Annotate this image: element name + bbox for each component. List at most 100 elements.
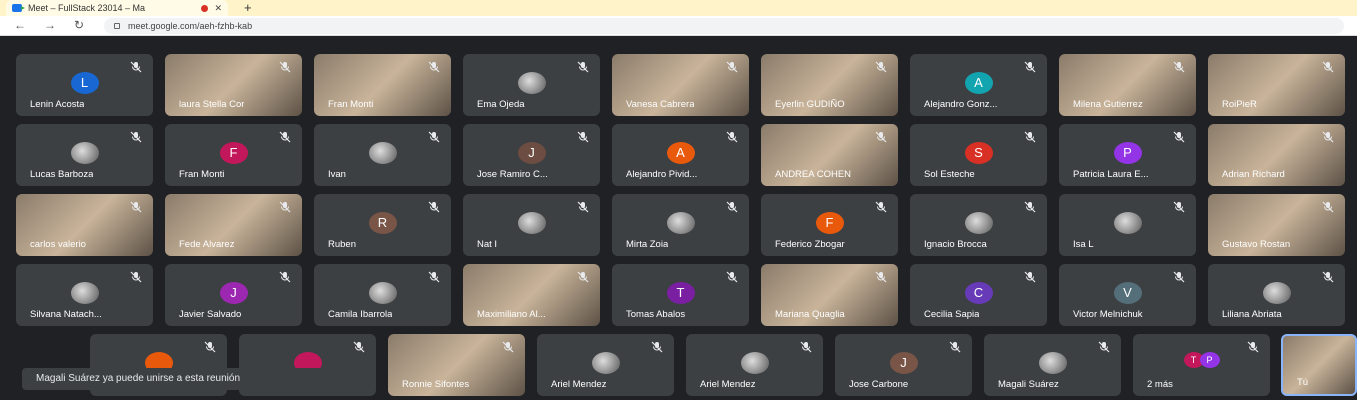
browser-tab[interactable]: Meet – FullStack 23014 – Ma ✕	[6, 0, 228, 16]
participant-name: 2 más	[1147, 379, 1173, 390]
mic-muted-icon	[129, 130, 143, 144]
participant-tile[interactable]: J Jose Carbone	[835, 334, 972, 396]
avatar: L	[70, 72, 99, 94]
participant-name: RoiPieR	[1222, 99, 1257, 110]
avatar: P	[1113, 142, 1142, 164]
participant-tile[interactable]: S Sol Esteche	[910, 124, 1047, 186]
participant-tile[interactable]: V Victor Melnichuk	[1059, 264, 1196, 326]
participant-name: Ariel Mendez	[551, 379, 607, 390]
mic-muted-icon	[1023, 130, 1037, 144]
avatar	[1038, 352, 1067, 374]
participant-tile[interactable]: TP 2 más	[1133, 334, 1270, 396]
avatar	[1262, 282, 1291, 304]
participant-tile[interactable]: Silvana Natach...	[16, 264, 153, 326]
mic-muted-icon	[427, 130, 441, 144]
participant-tile[interactable]: C Cecilia Sapia	[910, 264, 1047, 326]
participant-tile[interactable]: Nat I	[463, 194, 600, 256]
mic-muted-icon	[352, 340, 366, 354]
participant-name: Eyerlin GUDIÑO	[775, 99, 845, 110]
mic-muted-icon	[278, 130, 292, 144]
participant-tile[interactable]: Vanesa Cabrera	[612, 54, 749, 116]
mic-muted-icon	[1023, 270, 1037, 284]
recording-indicator-icon	[201, 4, 209, 12]
mic-muted-icon	[874, 270, 888, 284]
mic-muted-icon	[576, 270, 590, 284]
participant-name: Tomas Abalos	[626, 309, 686, 320]
participant-tile[interactable]: A Alejandro Pivid...	[612, 124, 749, 186]
participant-tile[interactable]: Isa L	[1059, 194, 1196, 256]
new-tab-button[interactable]: +	[244, 0, 252, 16]
participant-tile[interactable]: Lucas Barboza	[16, 124, 153, 186]
back-button[interactable]: ←	[14, 18, 26, 32]
participant-tile[interactable]: Magali Suárez	[984, 334, 1121, 396]
meet-favicon-icon	[12, 4, 25, 12]
participant-tile[interactable]: Liliana Abriata	[1208, 264, 1345, 326]
participant-tile[interactable]: Fran Monti	[314, 54, 451, 116]
avatar: V	[1113, 282, 1142, 304]
participant-name: Milena Gutierrez	[1073, 99, 1143, 110]
avatar	[740, 352, 769, 374]
tab-close-icon[interactable]: ✕	[214, 3, 222, 14]
participant-tile[interactable]: F Federico Zbogar	[761, 194, 898, 256]
participant-tile[interactable]: Ema Ojeda	[463, 54, 600, 116]
participant-tile[interactable]: T Tomas Abalos	[612, 264, 749, 326]
mic-muted-icon	[1172, 200, 1186, 214]
participant-tile[interactable]: P Patricia Laura E...	[1059, 124, 1196, 186]
mic-muted-icon	[725, 270, 739, 284]
reload-button[interactable]: ↻	[74, 18, 84, 32]
avatar: A	[964, 72, 993, 94]
participant-tile[interactable]: Mariana Quaglia	[761, 264, 898, 326]
participant-tile[interactable]: Mirta Zoia	[612, 194, 749, 256]
participant-name: ANDREA COHEN	[775, 169, 852, 180]
avatar: J	[889, 352, 918, 374]
participant-tile[interactable]: Gustavo Rostan	[1208, 194, 1345, 256]
participant-tile[interactable]: Maximiliano Al...	[463, 264, 600, 326]
url-field[interactable]: meet.google.com/aeh-fzhb-kab	[104, 18, 1344, 34]
participant-tile[interactable]: Milena Gutierrez	[1059, 54, 1196, 116]
participant-name: Adrian Richard	[1222, 169, 1285, 180]
avatar: T	[666, 282, 695, 304]
participant-tile[interactable]: R Ruben	[314, 194, 451, 256]
participant-name: Tú	[1297, 377, 1309, 388]
participant-tile[interactable]: Ignacio Brocca	[910, 194, 1047, 256]
participant-tile[interactable]: laura Stella Cor	[165, 54, 302, 116]
participant-grid: L Lenin Acosta laura Stella Cor Fran Monti E…	[0, 36, 1357, 400]
mic-muted-icon	[278, 270, 292, 284]
forward-button[interactable]: →	[44, 18, 56, 32]
participant-tile[interactable]: A Alejandro Gonz...	[910, 54, 1047, 116]
participant-tile[interactable]: ANDREA COHEN	[761, 124, 898, 186]
participant-tile[interactable]: RoiPieR	[1208, 54, 1345, 116]
participant-tile[interactable]: Ivan	[314, 124, 451, 186]
participant-name: Maximiliano Al...	[477, 309, 546, 320]
participant-tile[interactable]: Ronnie Sifontes	[388, 334, 525, 396]
avatar	[517, 212, 546, 234]
participant-name: Lucas Barboza	[30, 169, 94, 180]
avatar: P	[1199, 352, 1220, 368]
participant-name: Federico Zbogar	[775, 239, 845, 250]
tab-title: Meet – FullStack 23014 – Ma	[28, 3, 146, 13]
participant-tile[interactable]: L Lenin Acosta	[16, 54, 153, 116]
avatar	[368, 282, 397, 304]
participant-tile[interactable]: Fede Alvarez	[165, 194, 302, 256]
avatar	[70, 142, 99, 164]
mic-muted-icon	[874, 60, 888, 74]
participant-tile[interactable]: F Fran Monti	[165, 124, 302, 186]
participant-name: Cecilia Sapia	[924, 309, 980, 320]
participant-name: Ema Ojeda	[477, 99, 525, 110]
participant-tile[interactable]: J Jose Ramiro C...	[463, 124, 600, 186]
avatar: J	[219, 282, 248, 304]
participant-name: Lenin Acosta	[30, 99, 85, 110]
participant-name: Jose Ramiro C...	[477, 169, 548, 180]
participant-tile[interactable]: Adrian Richard	[1208, 124, 1345, 186]
mic-muted-icon	[725, 60, 739, 74]
participant-tile[interactable]: J Javier Salvado	[165, 264, 302, 326]
participant-name: Fran Monti	[179, 169, 225, 180]
mic-muted-icon	[278, 200, 292, 214]
participant-tile[interactable]: carlos valerio	[16, 194, 153, 256]
participant-tile[interactable]: Ariel Mendez	[537, 334, 674, 396]
participant-tile[interactable]: Camila Ibarrola	[314, 264, 451, 326]
avatar: C	[964, 282, 993, 304]
participant-tile[interactable]: Ariel Mendez	[686, 334, 823, 396]
participant-tile[interactable]: Tú	[1281, 334, 1357, 396]
participant-tile[interactable]: Eyerlin GUDIÑO	[761, 54, 898, 116]
